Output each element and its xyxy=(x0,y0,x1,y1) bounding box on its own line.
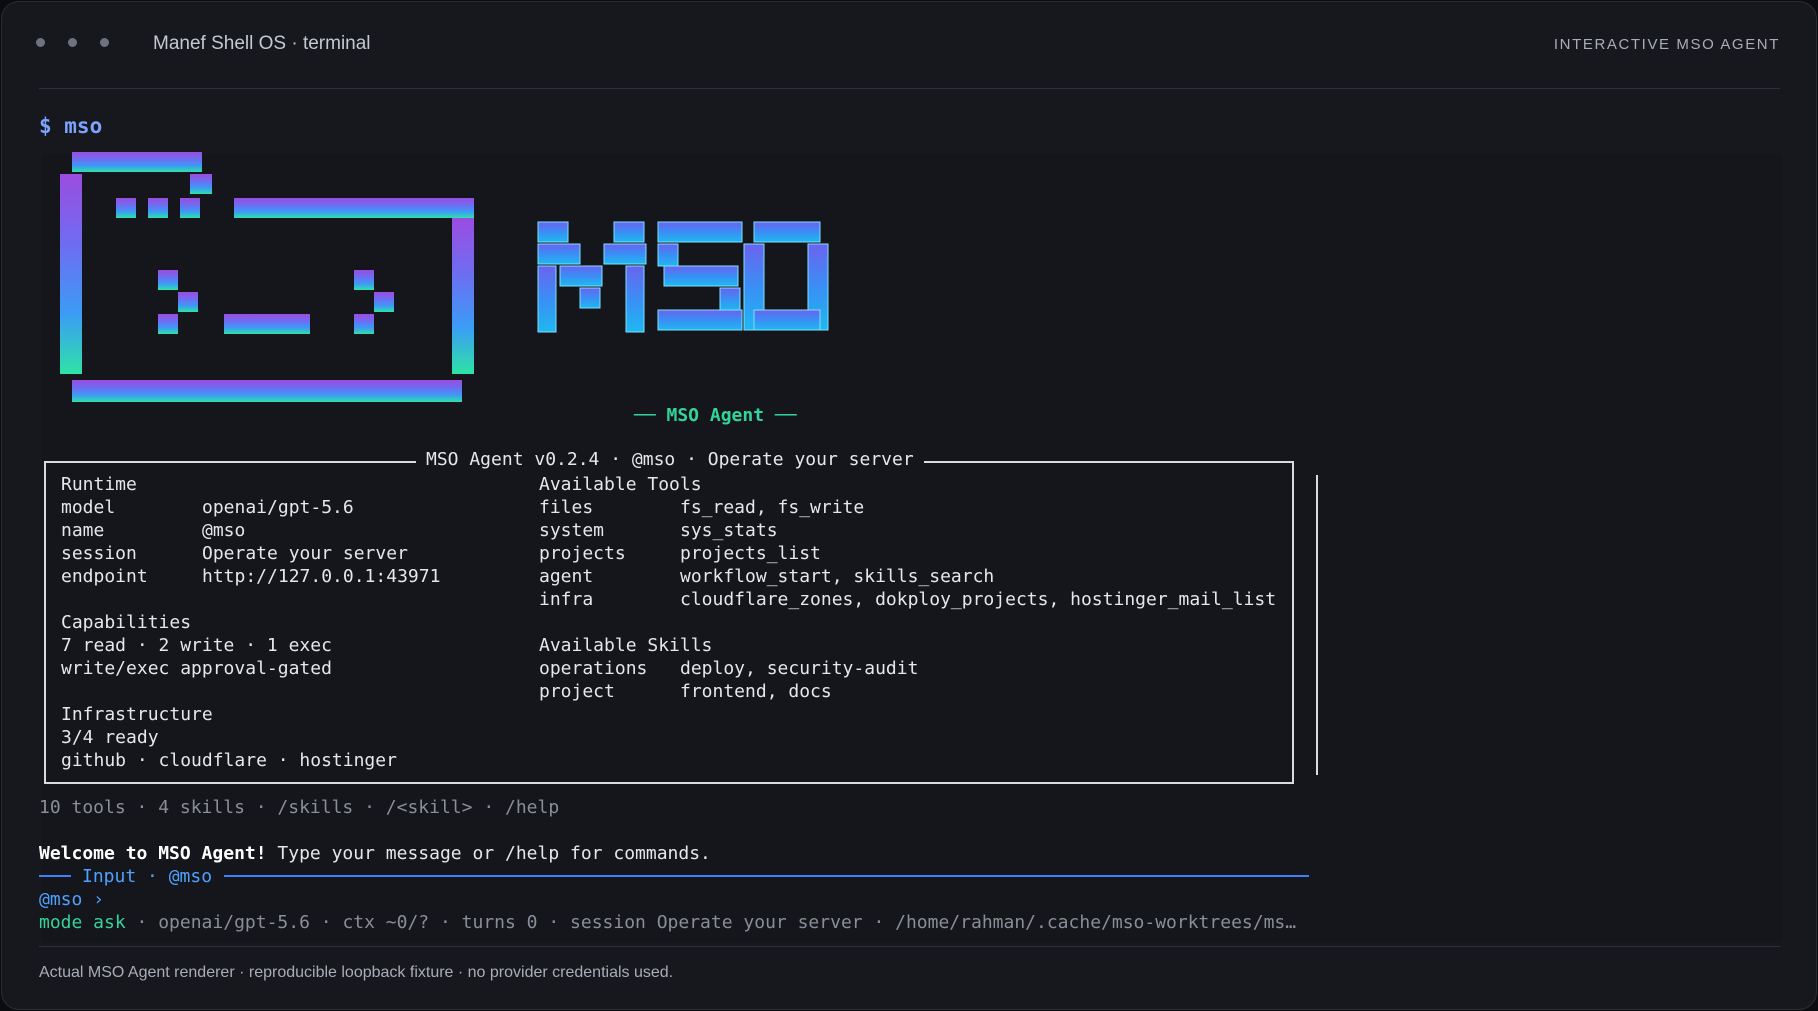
input-divider-left xyxy=(39,875,71,877)
titlebar-divider xyxy=(39,88,1780,89)
runtime-value-name: @mso xyxy=(202,520,246,541)
input-divider xyxy=(224,875,1309,877)
skills-key-project: project xyxy=(539,681,615,702)
capabilities-line: write/exec approval-gated xyxy=(61,658,332,679)
tools-value-agent: workflow_start, skills_search xyxy=(680,566,995,587)
tools-value-projects: projects_list xyxy=(680,543,821,564)
status-line: mode ask · openai/gpt-5.6 · ctx ~0/? · t… xyxy=(39,911,1296,934)
mso-logo-art xyxy=(60,152,829,402)
window-controls xyxy=(36,38,109,47)
runtime-value-session: Operate your server xyxy=(202,543,408,564)
window-title: Manef Shell OS · terminal xyxy=(153,33,371,54)
runtime-heading: Runtime xyxy=(61,474,137,495)
maximize-dot-icon[interactable] xyxy=(100,38,109,47)
runtime-key-name: name xyxy=(61,520,105,541)
runtime-key-endpoint: endpoint xyxy=(61,566,148,587)
input-prompt[interactable]: @mso › xyxy=(39,888,104,911)
tools-value-system: sys_stats xyxy=(680,520,778,541)
info-panel-title: MSO Agent v0.2.4 · @mso · Operate your s… xyxy=(416,449,924,470)
banner-tagline: ── MSO Agent ── xyxy=(634,405,797,426)
skills-value-project: frontend, docs xyxy=(680,681,832,702)
tools-key-projects: projects xyxy=(539,543,626,564)
tools-key-infra: infra xyxy=(539,589,594,610)
input-label: Input · @mso xyxy=(82,866,213,887)
panel-right-border xyxy=(1316,475,1318,775)
skills-value-operations: deploy, security-audit xyxy=(680,658,919,679)
runtime-key-model: model xyxy=(61,497,116,518)
terminal-window: Manef Shell OS · terminal INTERACTIVE MS… xyxy=(1,1,1817,1010)
infrastructure-line: github · cloudflare · hostinger xyxy=(61,750,397,771)
tools-key-system: system xyxy=(539,520,605,541)
skills-heading: Available Skills xyxy=(539,635,713,656)
status-mode: mode ask xyxy=(39,912,126,933)
footer-caption: Actual MSO Agent renderer · reproducible… xyxy=(39,964,674,981)
runtime-value-model: openai/gpt-5.6 xyxy=(202,497,354,518)
tools-key-files: files xyxy=(539,497,594,518)
runtime-value-endpoint: http://127.0.0.1:43971 xyxy=(202,566,441,587)
infrastructure-line: 3/4 ready xyxy=(61,727,159,748)
infrastructure-heading: Infrastructure xyxy=(61,704,213,725)
tools-value-files: fs_read, fs_write xyxy=(680,497,865,518)
status-rest: · openai/gpt-5.6 · ctx ~0/? · turns 0 · … xyxy=(125,912,1297,933)
capabilities-line: 7 read · 2 write · 1 exec xyxy=(61,635,332,656)
tools-heading: Available Tools xyxy=(539,474,702,495)
tools-value-infra: cloudflare_zones, dokploy_projects, host… xyxy=(680,589,1277,610)
welcome-bold: Welcome to MSO Agent! xyxy=(39,843,267,864)
window-badge: INTERACTIVE MSO AGENT xyxy=(1553,36,1780,53)
welcome-line: Welcome to MSO Agent! Type your message … xyxy=(39,842,711,865)
minimize-dot-icon[interactable] xyxy=(68,38,77,47)
mso-wordmark xyxy=(537,221,829,333)
summary-line: 10 tools · 4 skills · /skills · /<skill>… xyxy=(39,797,560,818)
window-titlebar: Manef Shell OS · terminal INTERACTIVE MS… xyxy=(2,2,1816,90)
runtime-key-session: session xyxy=(61,543,137,564)
skills-key-operations: operations xyxy=(539,658,648,679)
footer-divider xyxy=(39,946,1780,947)
terminal-window-icon xyxy=(60,152,474,402)
close-dot-icon[interactable] xyxy=(36,38,45,47)
welcome-rest: Type your message or /help for commands. xyxy=(266,843,711,864)
tools-key-agent: agent xyxy=(539,566,594,587)
shell-command: $ mso xyxy=(39,114,103,138)
capabilities-heading: Capabilities xyxy=(61,612,192,633)
